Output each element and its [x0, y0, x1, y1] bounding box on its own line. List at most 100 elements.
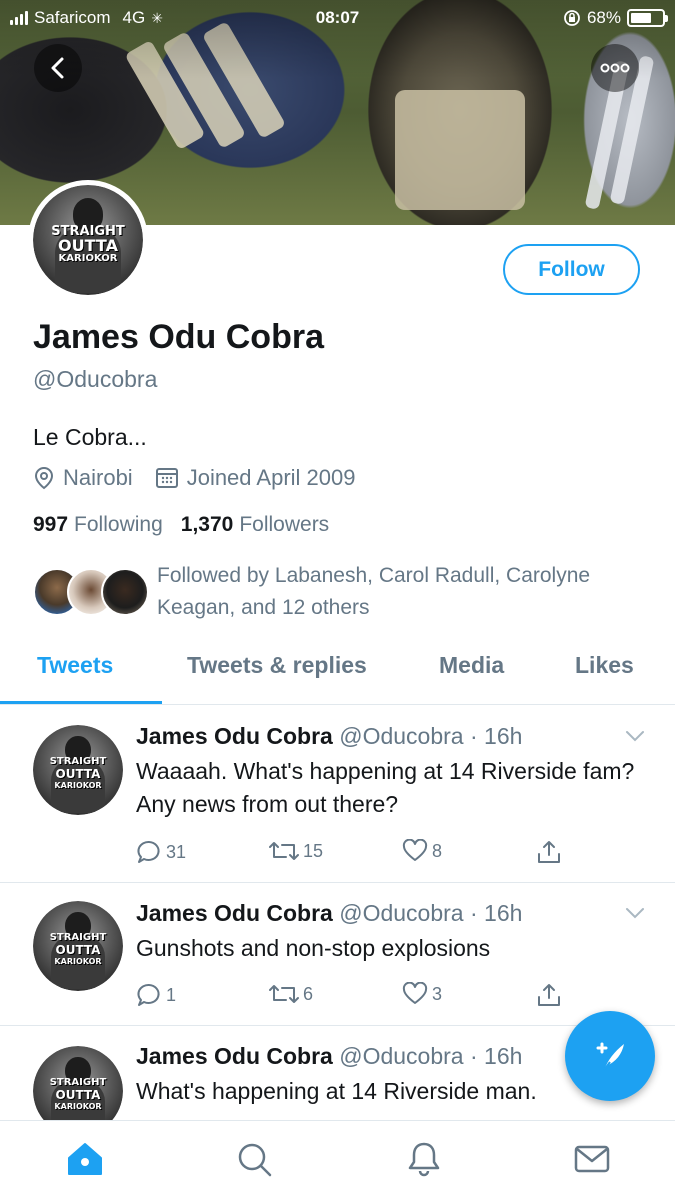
profile-handle: @Oducobra	[33, 366, 158, 392]
retweet-count: 15	[303, 840, 324, 861]
following-label: Following	[74, 513, 163, 536]
notifications-icon	[408, 1142, 440, 1177]
compose-tweet-button[interactable]	[565, 1011, 655, 1101]
like-button[interactable]: 3	[402, 982, 442, 1006]
status-bar: Safaricom 4G ✳ 08:07 68%	[0, 0, 675, 36]
avatar-lettering-3: KARIOKOR	[58, 253, 118, 265]
following-count: 997	[33, 513, 69, 536]
chevron-down-icon[interactable]	[624, 906, 646, 920]
home-icon	[68, 1143, 102, 1175]
avatar-lettering-3: KARIOKOR	[54, 1101, 102, 1111]
tab-likes[interactable]: Likes	[575, 652, 634, 679]
avatar-lettering-2: OUTTA	[55, 767, 101, 782]
retweet-button[interactable]: 15	[269, 839, 323, 863]
profile-joined: Joined April 2009	[186, 465, 356, 490]
tab-tweets-replies[interactable]: Tweets & replies	[187, 652, 367, 679]
location-pin-icon	[34, 466, 54, 490]
tab-tweets[interactable]: Tweets	[37, 652, 113, 679]
retweet-button[interactable]: 6	[269, 982, 313, 1006]
more-dots-icon	[600, 63, 630, 73]
share-icon	[538, 984, 560, 1006]
followers-link[interactable]: 1,370 Followers	[181, 513, 329, 537]
calendar-icon	[155, 468, 178, 488]
heart-icon	[402, 839, 428, 861]
followers-count: 1,370	[180, 513, 234, 536]
retweet-icon	[269, 985, 299, 1003]
follow-button[interactable]: Follow	[503, 244, 640, 295]
nav-home[interactable]	[65, 1139, 105, 1179]
avatar-lettering-2: OUTTA	[58, 235, 118, 255]
tweet-time: 16h	[484, 1043, 523, 1069]
tweet-header: James Odu Cobra @Oducobra · 16h	[136, 1043, 523, 1069]
reply-count: 31	[166, 841, 187, 862]
compose-feather-icon	[596, 1042, 624, 1071]
nav-search[interactable]	[234, 1139, 274, 1179]
messages-icon	[574, 1145, 610, 1173]
nav-notifications[interactable]	[404, 1139, 444, 1179]
followed-by-avatars	[33, 568, 153, 618]
tweet-author-name: James Odu Cobra	[136, 900, 333, 926]
avatar-lettering-3: KARIOKOR	[54, 780, 102, 790]
like-count: 8	[432, 840, 443, 861]
profile-meta: Nairobi Joined April 2009	[33, 465, 378, 491]
tweet-header: James Odu Cobra @Oducobra · 16h	[136, 723, 523, 749]
active-tab-indicator	[0, 701, 162, 704]
tweet[interactable]: STRAIGHT OUTTA KARIOKOR James Odu Cobra …	[0, 705, 675, 883]
tweet-avatar[interactable]: STRAIGHT OUTTA KARIOKOR	[33, 901, 123, 991]
following-link[interactable]: 997 Following	[33, 513, 163, 537]
back-button[interactable]	[34, 44, 82, 92]
reply-icon	[137, 984, 160, 1006]
reply-button[interactable]: 31	[136, 839, 186, 865]
profile-location: Nairobi	[63, 465, 133, 490]
profile-name: James Odu Cobra	[33, 318, 324, 356]
tweet-actions: 31 15 8	[136, 839, 576, 869]
tweet-author-handle: @Oducobra	[339, 1043, 464, 1069]
profile-avatar[interactable]: STRAIGHT OUTTA KARIOKOR	[28, 180, 148, 300]
tab-media[interactable]: Media	[439, 652, 504, 679]
avatar-lettering-2: OUTTA	[55, 1088, 101, 1103]
followed-by-text: Followed by Labanesh, Carol Radull, Caro…	[157, 564, 591, 619]
more-button[interactable]	[591, 44, 639, 92]
share-button[interactable]	[536, 982, 562, 1008]
avatar-lettering-3: KARIOKOR	[54, 956, 102, 966]
tweet-header: James Odu Cobra @Oducobra · 16h	[136, 900, 523, 926]
chevron-down-icon[interactable]	[624, 729, 646, 743]
profile-bio: Le Cobra...	[33, 424, 147, 450]
avatar-lettering-1: STRAIGHT	[49, 1077, 107, 1089]
search-icon	[238, 1143, 272, 1177]
avatar-lettering-1: STRAIGHT	[49, 932, 107, 944]
reply-icon	[137, 841, 160, 863]
tweet[interactable]: STRAIGHT OUTTA KARIOKOR James Odu Cobra …	[0, 883, 675, 1026]
follower-avatar	[101, 568, 149, 616]
tweet-time: 16h	[484, 723, 523, 749]
share-button[interactable]	[536, 839, 562, 865]
like-count: 3	[432, 983, 443, 1004]
reply-button[interactable]: 1	[136, 982, 176, 1008]
tweet-author-name: James Odu Cobra	[136, 1043, 333, 1069]
heart-icon	[402, 982, 428, 1004]
profile-tabs: Tweets Tweets & replies Media Likes	[0, 640, 675, 705]
tweet-avatar[interactable]: STRAIGHT OUTTA KARIOKOR	[33, 725, 123, 815]
battery-percent: 68%	[586, 8, 621, 27]
chevron-left-icon	[51, 57, 64, 79]
follow-counts: 997 Following 1,370 Followers	[33, 513, 329, 537]
share-icon	[538, 841, 560, 863]
like-button[interactable]: 8	[402, 839, 442, 863]
avatar-lettering-1: STRAIGHT	[49, 756, 107, 768]
tweet-avatar[interactable]: STRAIGHT OUTTA KARIOKOR	[33, 1046, 123, 1120]
tweet-actions: 1 6 3	[136, 982, 576, 1012]
tweet-time: 16h	[484, 900, 523, 926]
retweet-icon	[269, 842, 299, 860]
followers-label: Followers	[239, 513, 330, 536]
followed-by-section[interactable]: Followed by Labanesh, Carol Radull, Caro…	[33, 560, 653, 622]
avatar-lettering-2: OUTTA	[55, 943, 101, 958]
retweet-count: 6	[303, 983, 314, 1004]
nav-messages[interactable]	[572, 1139, 612, 1179]
orientation-lock-icon	[564, 10, 580, 26]
bottom-navigation	[0, 1120, 675, 1200]
battery-icon	[627, 9, 668, 27]
tweet-text: Gunshots and non-stop explosions	[136, 935, 491, 961]
tweet-text: Waaaah. What's happening at 14 Riverside…	[136, 758, 635, 817]
tweet-author-handle: @Oducobra	[339, 723, 464, 749]
reply-count: 1	[166, 984, 177, 1005]
